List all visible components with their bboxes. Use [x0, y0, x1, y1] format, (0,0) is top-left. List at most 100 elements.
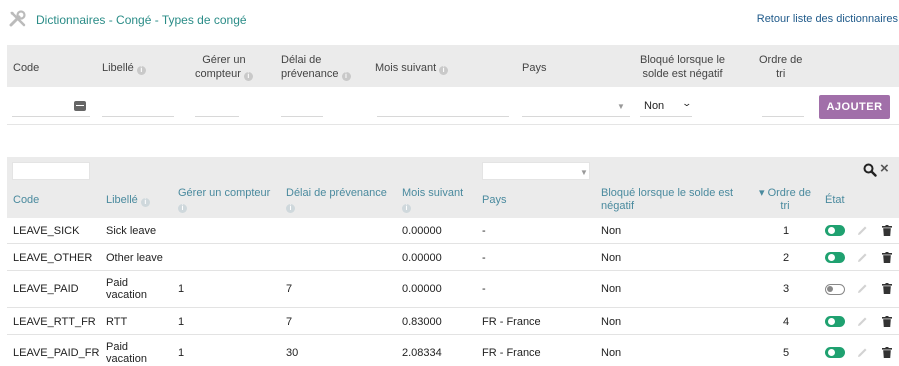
cell-code: LEAVE_SICK [13, 225, 80, 237]
col-bloque[interactable]: Bloqué lorsque le solde est négatif [601, 187, 733, 213]
cell-gerer: 1 [178, 347, 185, 359]
col-gerer[interactable]: Gérer un compteur i [178, 187, 270, 213]
close-icon[interactable]: × [880, 160, 889, 177]
cell-bloque: Non [601, 283, 622, 295]
info-icon: i [341, 72, 351, 81]
bloque-select[interactable] [640, 116, 692, 117]
cell-ordre: 4 [783, 316, 790, 328]
cell-ordre: 3 [783, 283, 790, 295]
cell-gerer: 1 [178, 283, 185, 295]
info-icon: i [286, 204, 295, 213]
add-form-header: Code Libellé i Gérer un compteur i Délai de… [7, 45, 899, 87]
cell-bloque: Non [601, 347, 622, 359]
page-title: Dictionnaires - Congé - Types de congé [36, 13, 247, 27]
cell-ordre: 1 [783, 225, 790, 237]
info-icon: i [140, 198, 150, 207]
bloque-select-value: Non [644, 100, 665, 112]
cell-mois: 0.00000 [402, 225, 442, 237]
libelle-input[interactable] [102, 116, 174, 117]
form-col-pays: Pays [522, 62, 547, 74]
cell-pays: - [482, 252, 486, 264]
add-button[interactable]: AJOUTER [819, 95, 890, 119]
title-bar: Dictionnaires - Congé - Types de congé R… [0, 0, 899, 36]
col-libelle[interactable]: Libellé i [106, 194, 150, 207]
cell-bloque: Non [601, 316, 622, 328]
col-etat[interactable]: État [825, 194, 845, 207]
table-row: LEAVE_PAID Paid vacation 1 7 0.00000 - No… [7, 271, 899, 308]
form-col-bloque: Bloqué lorsque le solde est négatif [640, 54, 726, 80]
trash-icon[interactable] [882, 283, 892, 294]
cell-gerer: 1 [178, 316, 185, 328]
cell-ordre: 5 [783, 347, 790, 359]
info-icon: i [178, 204, 187, 213]
cell-delai: 30 [286, 347, 299, 359]
status-toggle[interactable] [825, 316, 845, 327]
table-row: LEAVE_SICK Sick leave 0.00000 - Non 1 [7, 218, 899, 244]
form-col-mois: Mois suivant i [375, 61, 449, 75]
table-row: LEAVE_OTHER Other leave 0.00000 - Non 2 [7, 244, 899, 271]
tools-icon [9, 10, 26, 27]
pays-filter-select[interactable] [482, 162, 590, 180]
trash-icon[interactable] [882, 347, 892, 358]
status-toggle[interactable] [825, 252, 845, 263]
pays-select[interactable] [522, 116, 630, 117]
pencil-icon[interactable] [856, 225, 868, 237]
cell-code: LEAVE_RTT_FR [13, 316, 96, 328]
cell-pays: FR - France [482, 316, 541, 328]
gerer-compteur-input[interactable] [195, 116, 239, 117]
info-icon: i [136, 66, 146, 75]
form-col-code: Code [13, 62, 40, 74]
back-to-dictionaries-link[interactable]: Retour liste des dictionnaires [757, 13, 898, 25]
code-filter-input[interactable] [12, 162, 90, 180]
chevron-down-icon: ▼ [580, 168, 588, 177]
info-icon: i [402, 204, 411, 213]
cell-delai: 7 [286, 316, 293, 328]
cell-mois: 0.83000 [402, 316, 442, 328]
cell-bloque: Non [601, 225, 622, 237]
cell-libelle: RTT [106, 316, 128, 328]
cell-code: LEAVE_OTHER [13, 252, 93, 264]
cell-libelle: Paid vacation [106, 341, 147, 365]
col-pays[interactable]: Pays [482, 194, 506, 207]
pencil-icon[interactable] [856, 252, 868, 264]
trash-icon[interactable] [882, 252, 892, 263]
status-toggle[interactable] [825, 225, 845, 236]
cell-pays: - [482, 283, 486, 295]
form-col-libelle: Libellé i [102, 61, 146, 75]
chevron-down-icon: ⌄ [681, 98, 693, 108]
cell-code: LEAVE_PAID_FR [13, 347, 100, 359]
form-col-ordre: Ordre de tri [759, 54, 803, 80]
col-ordre[interactable]: ▾ Ordre de tri [759, 187, 811, 213]
mois-suivant-input[interactable] [377, 116, 509, 117]
cell-mois: 2.08334 [402, 347, 442, 359]
info-icon: i [243, 72, 253, 81]
add-form-row: ▼ Non ⌄ AJOUTER [7, 87, 899, 125]
code-input[interactable] [12, 116, 90, 117]
col-delai[interactable]: Délai de prévenance i [286, 187, 387, 213]
table-header: ▼ × Code Libellé i Gérer un compteur i Dél… [7, 157, 899, 218]
status-toggle[interactable] [825, 347, 845, 358]
cell-pays: FR - France [482, 347, 541, 359]
trash-icon[interactable] [882, 225, 892, 236]
delai-input[interactable] [281, 116, 323, 117]
form-col-delai: Délai de prévenance i [281, 53, 351, 81]
cell-mois: 0.00000 [402, 283, 442, 295]
cell-code: LEAVE_PAID [13, 283, 79, 295]
comment-icon[interactable] [74, 101, 86, 111]
pencil-icon[interactable] [856, 316, 868, 328]
pencil-icon[interactable] [856, 283, 868, 295]
search-icon[interactable] [863, 163, 877, 177]
info-icon: i [439, 66, 449, 75]
cell-libelle: Other leave [106, 252, 163, 264]
chevron-down-icon: ▼ [617, 102, 625, 111]
trash-icon[interactable] [882, 316, 892, 327]
cell-libelle: Sick leave [106, 225, 157, 237]
status-toggle[interactable] [825, 284, 845, 295]
pencil-icon[interactable] [856, 347, 868, 359]
cell-mois: 0.00000 [402, 252, 442, 264]
cell-pays: - [482, 225, 486, 237]
col-code[interactable]: Code [13, 194, 39, 207]
ordre-input[interactable] [762, 116, 804, 117]
col-mois[interactable]: Mois suivant i [402, 187, 463, 213]
cell-bloque: Non [601, 252, 622, 264]
